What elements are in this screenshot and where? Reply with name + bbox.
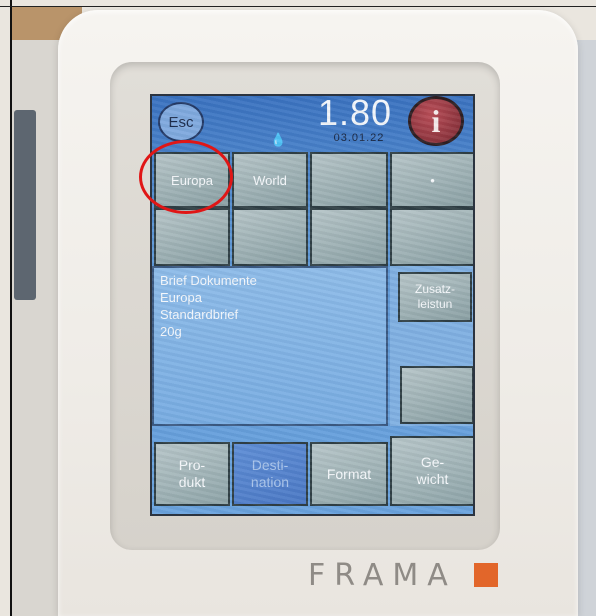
summary-line-product: Brief Dokumente xyxy=(160,273,257,288)
info-button[interactable]: i xyxy=(408,96,464,146)
extra-services-button[interactable]: Zusatz- leistun xyxy=(398,272,472,322)
destination-empty-button-4[interactable] xyxy=(310,208,388,266)
destination-world-button[interactable]: World xyxy=(232,152,308,208)
tab-destination[interactable]: Desti- nation xyxy=(232,442,308,506)
side-empty-button[interactable] xyxy=(400,366,473,424)
selection-summary: Brief Dokumente Europa Standardbrief 20g xyxy=(152,266,388,426)
droplets-icon: 💧 xyxy=(270,132,287,147)
adjacent-device-slot xyxy=(14,110,36,300)
escape-button[interactable]: Esc xyxy=(158,102,204,142)
destination-empty-button-2[interactable] xyxy=(154,208,230,266)
summary-line-destination: Europa xyxy=(160,290,202,305)
postage-amount: 1.80 xyxy=(317,94,393,133)
destination-more-button[interactable]: • xyxy=(390,152,473,208)
annotation-circle xyxy=(139,140,233,214)
destination-empty-button-5[interactable] xyxy=(390,208,473,266)
summary-line-weight: 20g xyxy=(160,324,182,339)
brand-logo-square xyxy=(474,563,498,587)
brand-logo: FRAMA xyxy=(308,558,457,593)
destination-empty-button-3[interactable] xyxy=(232,208,308,266)
destination-empty-button-1[interactable] xyxy=(310,152,388,208)
tab-product[interactable]: Pro- dukt xyxy=(154,442,230,506)
summary-line-format: Standardbrief xyxy=(160,307,239,322)
tab-format[interactable]: Format xyxy=(310,442,388,506)
date-display: 03.01.22 xyxy=(333,132,385,144)
photo-border-top xyxy=(0,6,596,7)
tab-weight[interactable]: Ge- wicht xyxy=(390,436,473,506)
